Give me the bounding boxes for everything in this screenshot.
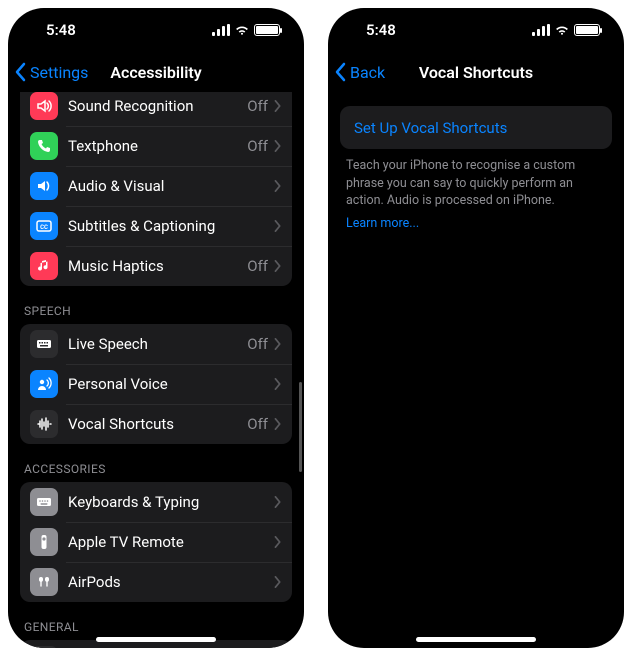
row-label: Sound Recognition (68, 97, 247, 115)
chevron-right-icon (274, 496, 282, 508)
page-title: Vocal Shortcuts (419, 63, 533, 82)
row-airpods[interactable]: AirPods (20, 562, 292, 602)
keyboard2-icon (30, 488, 58, 516)
chevron-right-icon (274, 180, 282, 192)
page-title: Accessibility (110, 63, 201, 82)
guided-icon (30, 646, 58, 648)
chevron-right-icon (274, 338, 282, 350)
wifi-icon (234, 24, 250, 36)
row-music-haptics[interactable]: Music HapticsOff (20, 246, 292, 286)
section-label-accessories: ACCESSORIES (24, 462, 288, 476)
waveform-icon (30, 410, 58, 438)
row-personal-voice[interactable]: Personal Voice (20, 364, 292, 404)
back-chevron-icon (334, 62, 348, 82)
row-value: Off (247, 257, 268, 275)
setup-row[interactable]: Set Up Vocal Shortcuts (340, 106, 612, 149)
description-text: Teach your iPhone to recognise a custom … (340, 149, 612, 210)
chevron-right-icon (274, 140, 282, 152)
row-label: Music Haptics (68, 257, 247, 275)
phone-vocal-shortcuts: 5:48 Back Vocal Shortcuts Set Up Vocal S… (328, 8, 624, 648)
chevron-right-icon (274, 536, 282, 548)
back-label: Settings (30, 63, 88, 82)
keyboard-icon (30, 330, 58, 358)
row-label: Textphone (68, 137, 247, 155)
remote-icon (30, 528, 58, 556)
accessories-group: Keyboards & Typing Apple TV Remote AirPods (20, 482, 292, 602)
cellular-icon (212, 24, 230, 36)
row-apple-tv-remote[interactable]: Apple TV Remote (20, 522, 292, 562)
chevron-right-icon (274, 260, 282, 272)
battery-icon (254, 24, 280, 36)
sound-icon (30, 92, 58, 120)
chevron-right-icon (274, 378, 282, 390)
back-button[interactable]: Settings (14, 52, 88, 92)
row-live-speech[interactable]: Live SpeechOff (20, 324, 292, 364)
back-button[interactable]: Back (334, 52, 385, 92)
settings-scroll[interactable]: Sound RecognitionOffTextphoneOffAudio & … (8, 92, 304, 648)
status-bar: 5:48 (8, 8, 304, 52)
back-chevron-icon (14, 62, 28, 82)
cc-icon (30, 212, 58, 240)
battery-icon (574, 24, 600, 36)
status-bar: 5:48 (328, 8, 624, 52)
status-indicators (532, 24, 600, 36)
row-label: Live Speech (68, 335, 247, 353)
row-sound-recognition[interactable]: Sound RecognitionOff (20, 92, 292, 126)
learn-more-link[interactable]: Learn more... (340, 210, 612, 231)
nav-bar: Back Vocal Shortcuts (328, 52, 624, 92)
row-label: Keyboards & Typing (68, 493, 274, 511)
home-indicator[interactable] (416, 637, 536, 642)
speech-group: Live SpeechOffPersonal VoiceVocal Shortc… (20, 324, 292, 444)
chevron-right-icon (274, 220, 282, 232)
hearing-group: Sound RecognitionOffTextphoneOffAudio & … (20, 92, 292, 286)
music-icon (30, 252, 58, 280)
row-value: Off (247, 137, 268, 155)
row-value: Off (247, 335, 268, 353)
section-label-speech: SPEECH (24, 304, 288, 318)
row-value: Off (247, 97, 268, 115)
home-indicator[interactable] (96, 637, 216, 642)
wifi-icon (554, 24, 570, 36)
row-audio-visual[interactable]: Audio & Visual (20, 166, 292, 206)
airpods-icon (30, 568, 58, 596)
row-label: Vocal Shortcuts (68, 415, 247, 433)
speaker-icon (30, 172, 58, 200)
row-textphone[interactable]: TextphoneOff (20, 126, 292, 166)
row-value: Off (247, 415, 268, 433)
status-time: 5:48 (366, 21, 396, 39)
nav-bar: Settings Accessibility (8, 52, 304, 92)
section-label-general: GENERAL (24, 620, 288, 634)
row-label: Personal Voice (68, 375, 274, 393)
phone-icon (30, 132, 58, 160)
row-label: Audio & Visual (68, 177, 274, 195)
back-label: Back (350, 63, 385, 82)
row-label: Apple TV Remote (68, 533, 274, 551)
setup-label: Set Up Vocal Shortcuts (354, 119, 507, 137)
chevron-right-icon (274, 576, 282, 588)
chevron-right-icon (274, 100, 282, 112)
chevron-right-icon (274, 418, 282, 430)
person-wave-icon (30, 370, 58, 398)
status-indicators (212, 24, 280, 36)
scrollbar-thumb[interactable] (299, 382, 302, 472)
status-time: 5:48 (46, 21, 76, 39)
content: Set Up Vocal Shortcuts Teach your iPhone… (328, 92, 624, 648)
row-subtitles[interactable]: Subtitles & Captioning (20, 206, 292, 246)
row-label: Subtitles & Captioning (68, 217, 274, 235)
row-keyboards-typing[interactable]: Keyboards & Typing (20, 482, 292, 522)
row-vocal-shortcuts[interactable]: Vocal ShortcutsOff (20, 404, 292, 444)
cellular-icon (532, 24, 550, 36)
phone-accessibility: 5:48 Settings Accessibility Sound Recogn… (8, 8, 304, 648)
row-label: AirPods (68, 573, 274, 591)
